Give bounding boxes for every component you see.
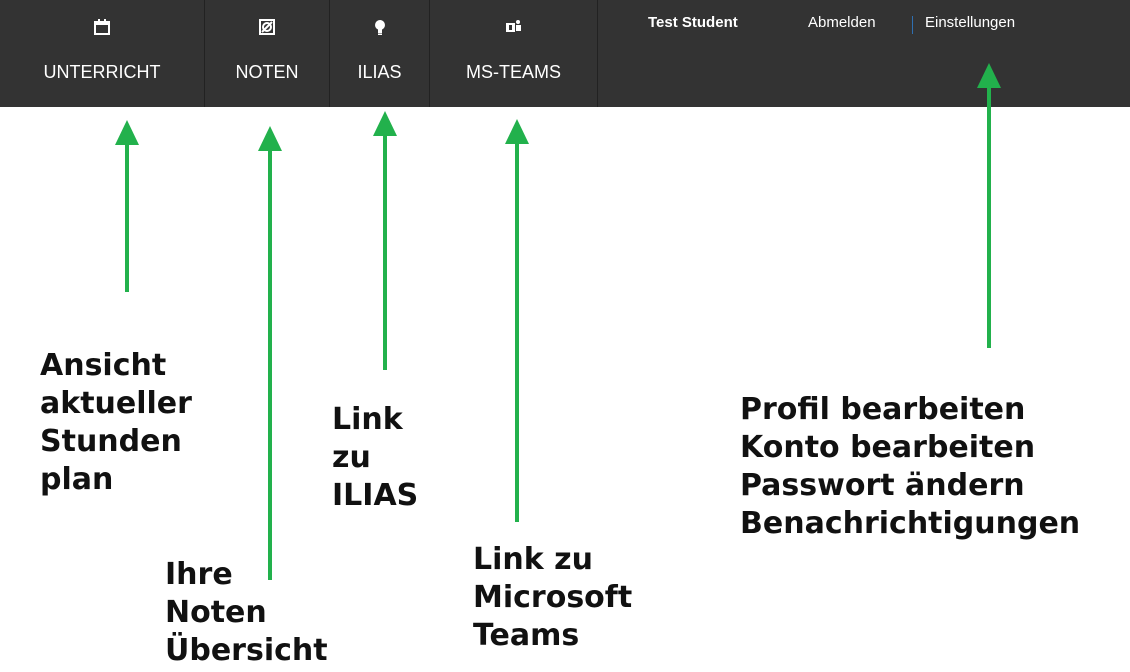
annotation-line: Ihre xyxy=(165,557,233,592)
annotation-line: Profil bearbeiten xyxy=(740,392,1026,427)
nav-item-ilias[interactable]: ILIAS xyxy=(330,0,430,107)
annotation-line: Noten xyxy=(165,595,267,630)
user-name: Test Student xyxy=(648,14,738,31)
annotation-noten: Ihre Noten Übersicht xyxy=(165,556,328,670)
link-separator xyxy=(912,16,913,34)
annotation-unterricht: Ansicht aktueller Stunden plan xyxy=(40,347,192,499)
arrow-ms-teams xyxy=(505,119,529,522)
top-navbar: UNTERRICHT NOTEN ILIAS MS-TEAMS Test Stu… xyxy=(0,0,1130,107)
annotation-line: Microsoft xyxy=(473,580,633,615)
annotation-settings: Profil bearbeiten Konto bearbeiten Passw… xyxy=(740,391,1080,543)
teams-icon xyxy=(505,18,523,36)
annotation-line: Link xyxy=(332,402,403,437)
grades-icon xyxy=(258,18,276,36)
nav-label-ilias: ILIAS xyxy=(357,62,402,82)
nav-label-ms-teams: MS-TEAMS xyxy=(465,62,561,82)
nav-label-unterricht: UNTERRICHT xyxy=(43,62,161,82)
arrow-unterricht xyxy=(115,120,139,292)
arrow-ilias xyxy=(373,111,397,370)
annotation-line: Übersicht xyxy=(165,633,328,668)
annotation-line: Teams xyxy=(473,618,580,653)
nav-label-noten: NOTEN xyxy=(235,62,299,82)
annotation-line: Stunden xyxy=(40,424,182,459)
annotation-line: Link zu xyxy=(473,542,593,577)
annotation-ms-teams: Link zu Microsoft Teams xyxy=(473,541,632,655)
nav-item-unterricht[interactable]: UNTERRICHT xyxy=(0,0,205,107)
calendar-icon xyxy=(93,18,111,36)
lightbulb-icon xyxy=(371,18,389,36)
annotation-line: aktueller xyxy=(40,386,192,421)
settings-link[interactable]: Einstellungen xyxy=(925,14,1015,36)
annotation-line: Benachrichtigungen xyxy=(740,506,1081,541)
logout-link[interactable]: Abmelden xyxy=(808,14,876,36)
nav-item-noten[interactable]: NOTEN xyxy=(205,0,330,107)
annotation-ilias: Link zu ILIAS xyxy=(332,401,418,515)
nav-item-ms-teams[interactable]: MS-TEAMS xyxy=(430,0,598,107)
annotation-line: Ansicht xyxy=(40,348,167,383)
annotation-line: ILIAS xyxy=(332,478,419,513)
annotation-line: zu xyxy=(332,440,371,475)
annotation-line: Passwort ändern xyxy=(740,468,1025,503)
annotation-line: plan xyxy=(40,462,114,497)
annotation-line: Konto bearbeiten xyxy=(740,430,1036,465)
arrow-noten xyxy=(258,126,282,580)
